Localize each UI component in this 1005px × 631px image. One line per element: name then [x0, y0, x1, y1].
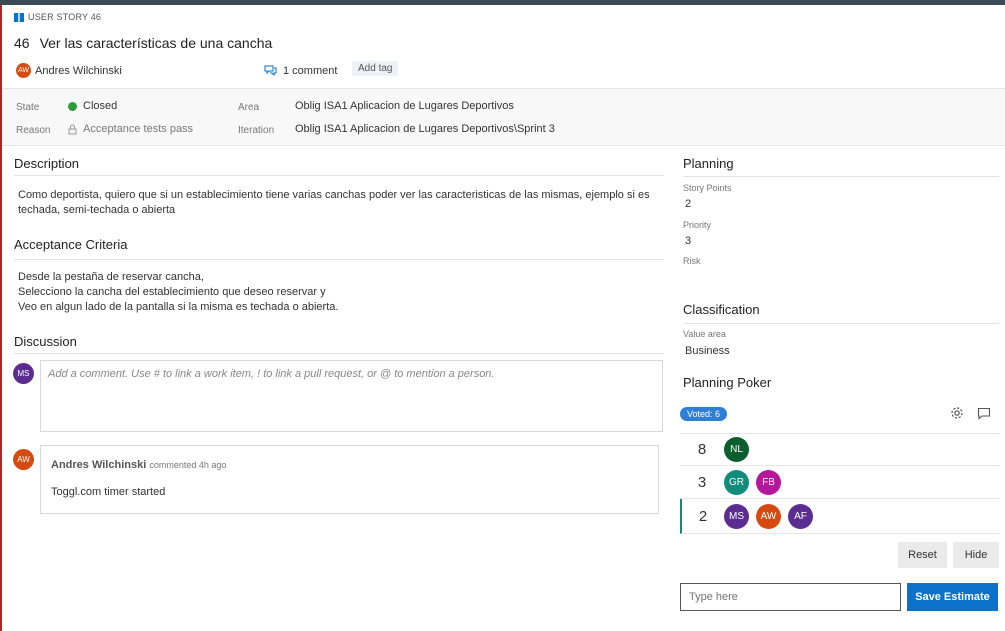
poker-value: 8: [697, 441, 707, 458]
current-user-avatar: MS: [13, 363, 34, 384]
voter-avatar: GR: [724, 469, 749, 495]
comments-link[interactable]: 1 comment: [264, 65, 337, 77]
user-story-icon: [14, 12, 24, 22]
planning-title: Planning: [683, 156, 734, 171]
classification-divider: [683, 323, 999, 324]
value-area-label: Value area: [683, 329, 726, 339]
comment-author[interactable]: Andres Wilchinski: [51, 459, 146, 471]
comment-meta: commented 4h ago: [149, 460, 227, 470]
poker-value: 2: [698, 507, 708, 525]
comment-icon: [264, 65, 277, 76]
work-item-type-label: USER STORY 46: [28, 12, 102, 22]
planning-poker-title: Planning Poker: [683, 375, 772, 390]
acceptance-line: Desde la pestaña de reservar cancha,: [18, 271, 204, 283]
area-value[interactable]: Oblig ISA1 Aplicacion de Lugares Deporti…: [295, 100, 514, 112]
comment-text: Toggl.com timer started: [51, 486, 166, 498]
hide-button[interactable]: Hide: [953, 542, 999, 568]
discussion-title: Discussion: [14, 334, 77, 349]
assignee-name[interactable]: Andres Wilchinski: [35, 65, 122, 77]
voter-avatar: AF: [788, 503, 813, 529]
state-label: State: [16, 102, 40, 113]
voter-avatar: AW: [756, 503, 781, 529]
acceptance-line: Veo en algun lado de la pantalla si la m…: [18, 301, 339, 313]
comment-author-avatar: AW: [13, 449, 34, 470]
state-value[interactable]: Closed: [68, 100, 117, 112]
poker-row-selected: 2 MS AW AF: [680, 499, 999, 534]
reason-value: Acceptance tests pass: [68, 123, 193, 135]
estimate-input[interactable]: [680, 583, 901, 611]
assignee-avatar: AW: [16, 63, 31, 78]
title-line: 46 Ver las características de una cancha: [14, 35, 272, 51]
gear-icon[interactable]: [950, 406, 964, 420]
work-item-type: USER STORY 46: [14, 12, 101, 22]
poker-value: 3: [697, 473, 707, 491]
state-dot-icon: [68, 101, 77, 111]
comment-card: Andres Wilchinski commented 4h ago Toggl…: [40, 445, 659, 514]
iteration-value[interactable]: Oblig ISA1 Aplicacion de Lugares Deporti…: [295, 123, 555, 135]
description-text[interactable]: Como deportista, quiero que si un establ…: [18, 188, 663, 218]
comments-count: 1 comment: [283, 64, 338, 77]
acceptance-text[interactable]: Desde la pestaña de reservar cancha, Sel…: [18, 270, 663, 315]
discussion-divider: [14, 353, 664, 354]
description-title: Description: [14, 156, 80, 171]
classification-title: Classification: [683, 302, 760, 317]
acceptance-title: Acceptance Criteria: [14, 237, 128, 252]
story-points-label: Story Points: [683, 183, 732, 193]
story-points-value[interactable]: 2: [685, 198, 691, 210]
meta-line: AW Andres Wilchinski 1 comment Add tag: [16, 61, 996, 78]
area-label: Area: [238, 102, 260, 113]
voter-avatar: NL: [724, 437, 749, 462]
lock-icon: [68, 124, 77, 134]
poker-row: 8 NL: [680, 433, 999, 466]
acceptance-divider: [14, 259, 664, 260]
voter-avatar: FB: [756, 469, 781, 495]
planning-divider: [683, 176, 999, 177]
priority-value[interactable]: 3: [685, 235, 691, 247]
poker-row: 3 GR FB: [680, 466, 999, 499]
acceptance-line: Selecciono la cancha del establecimiento…: [18, 286, 326, 298]
priority-label: Priority: [683, 220, 712, 230]
reason-label: Reason: [16, 125, 51, 136]
comment-header: Andres Wilchinski commented 4h ago: [51, 459, 226, 471]
voted-badge: Voted: 6: [680, 407, 728, 421]
value-area-value[interactable]: Business: [685, 345, 730, 357]
chat-icon[interactable]: [977, 407, 991, 420]
work-item-title[interactable]: Ver las características de una cancha: [40, 35, 273, 51]
reason-value-text: Acceptance tests pass: [83, 123, 194, 135]
iteration-label: Iteration: [238, 125, 275, 136]
risk-label: Risk: [683, 256, 701, 266]
work-item-id: 46: [14, 35, 30, 51]
work-item-header: USER STORY 46 46 Ver las características…: [2, 5, 1005, 88]
state-value-text: Closed: [83, 100, 118, 112]
comment-placeholder: Add a comment. Use # to link a work item…: [48, 368, 495, 380]
save-estimate-button[interactable]: Save Estimate: [907, 583, 998, 611]
state-fields: State Closed Reason Acceptance tests pas…: [2, 88, 1005, 146]
reset-button[interactable]: Reset: [898, 542, 947, 568]
add-tag-button[interactable]: Add tag: [352, 61, 399, 76]
comment-input[interactable]: Add a comment. Use # to link a work item…: [40, 360, 663, 432]
description-divider: [14, 175, 664, 176]
voter-avatar: MS: [724, 503, 749, 529]
